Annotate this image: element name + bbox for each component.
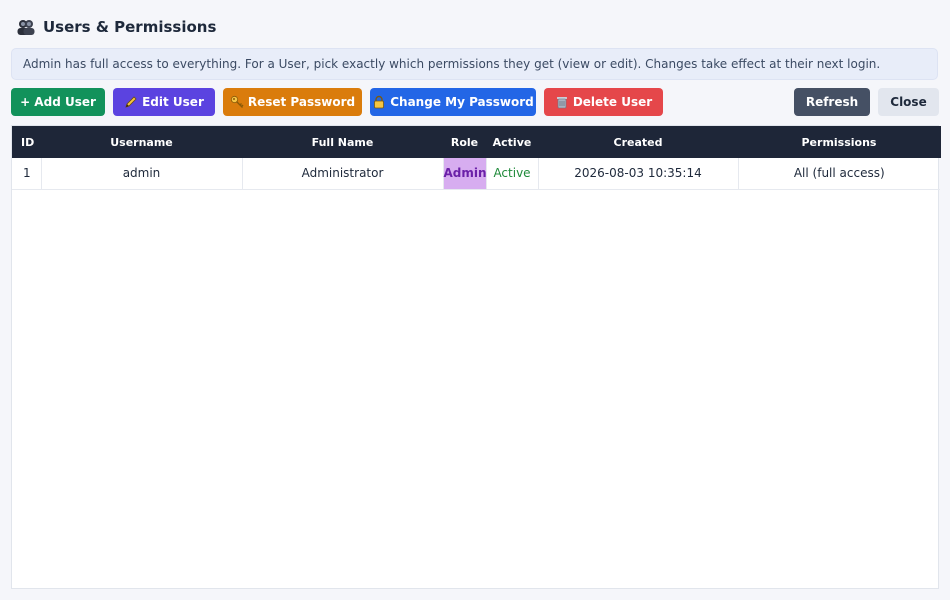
refresh-button[interactable]: Refresh: [794, 88, 870, 116]
users-icon: [16, 17, 36, 37]
column-header-full-name[interactable]: Full Name: [242, 126, 444, 158]
page-title: Users & Permissions: [43, 18, 217, 36]
refresh-label: Refresh: [805, 95, 859, 109]
column-header-active[interactable]: Active: [486, 126, 539, 158]
cell-id: 1: [12, 158, 42, 189]
column-header-id[interactable]: ID: [12, 126, 42, 158]
cell-created: 2026-08-03 10:35:14: [538, 158, 739, 189]
column-header-role[interactable]: Role: [443, 126, 487, 158]
cell-username: admin: [41, 158, 243, 189]
lock-icon: [372, 95, 386, 109]
delete-user-button[interactable]: Delete User: [544, 88, 663, 116]
table-row[interactable]: 1 admin Administrator Admin Active 2026-…: [12, 158, 940, 189]
table-header-row: ID Username Full Name Role Active Create…: [12, 126, 941, 158]
column-header-username[interactable]: Username: [41, 126, 243, 158]
add-user-button[interactable]: + Add User: [11, 88, 105, 116]
cell-role-badge: Admin: [443, 158, 487, 189]
close-label: Close: [890, 95, 927, 109]
key-icon: [230, 95, 244, 109]
info-text: Admin has full access to everything. For…: [23, 57, 881, 71]
column-header-permissions[interactable]: Permissions: [738, 126, 941, 158]
reset-password-button[interactable]: Reset Password: [223, 88, 362, 116]
close-button[interactable]: Close: [878, 88, 939, 116]
change-my-password-button[interactable]: Change My Password: [370, 88, 536, 116]
pencil-icon: [124, 95, 138, 109]
trash-icon: [555, 95, 569, 109]
edit-user-button[interactable]: Edit User: [113, 88, 215, 116]
cell-active-status: Active: [486, 158, 539, 189]
cell-permissions: All (full access): [793, 166, 885, 181]
reset-password-label: Reset Password: [247, 95, 356, 109]
change-my-password-label: Change My Password: [390, 95, 534, 109]
users-table[interactable]: ID Username Full Name Role Active Create…: [11, 125, 941, 589]
column-header-created[interactable]: Created: [538, 126, 739, 158]
edit-user-label: Edit User: [142, 95, 204, 109]
cell-full-name: Administrator: [242, 158, 444, 189]
window-header: Users & Permissions: [16, 14, 216, 40]
add-user-label: + Add User: [20, 95, 96, 109]
delete-user-label: Delete User: [572, 95, 653, 109]
info-banner: Admin has full access to everything. For…: [11, 48, 938, 80]
